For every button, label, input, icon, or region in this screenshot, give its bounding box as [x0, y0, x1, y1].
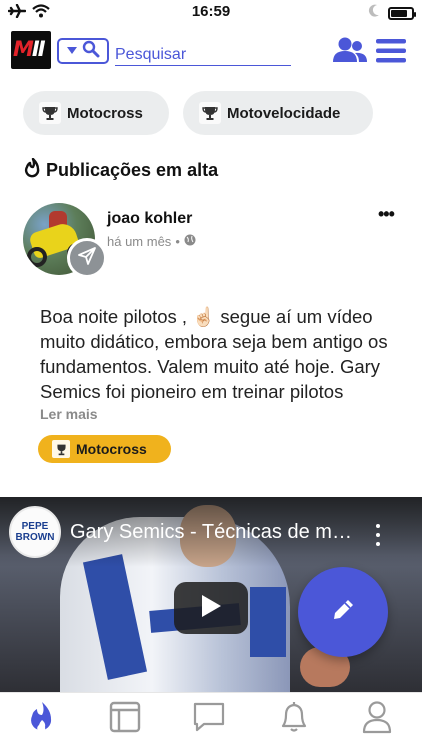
bell-icon	[278, 700, 310, 739]
post-tag-label: Motocross	[76, 441, 147, 457]
play-icon	[200, 594, 222, 623]
category-chip-motovelocidade[interactable]: Motovelocidade	[183, 91, 373, 135]
search-toggle-button[interactable]	[57, 38, 109, 64]
trophy-icon	[52, 440, 70, 458]
battery-icon	[388, 7, 416, 20]
category-chip-motocross[interactable]: Motocross	[23, 91, 169, 135]
trophy-icon	[39, 102, 61, 124]
menu-button[interactable]	[375, 38, 407, 64]
post-more-button[interactable]: •••	[378, 204, 395, 225]
chat-icon	[192, 701, 226, 738]
app-logo[interactable]: MII	[11, 31, 51, 69]
section-title: Publicações em alta	[24, 157, 219, 183]
status-bar: 16:59	[0, 0, 422, 24]
people-button[interactable]	[333, 36, 367, 66]
flame-icon	[28, 701, 56, 738]
play-button[interactable]	[174, 582, 248, 634]
tab-trending[interactable]	[22, 699, 62, 739]
tab-feed[interactable]	[105, 699, 145, 739]
category-chip-label: Motovelocidade	[227, 104, 341, 122]
category-chip-label: Motocross	[67, 104, 143, 122]
trophy-icon	[199, 102, 221, 124]
globe-icon	[184, 234, 196, 249]
people-icon	[333, 37, 367, 70]
section-title-text: Publicações em alta	[46, 160, 219, 180]
pencil-icon	[330, 597, 356, 628]
app-header: MII	[0, 28, 422, 74]
tab-profile[interactable]	[357, 699, 397, 739]
post-tag[interactable]: Motocross	[38, 435, 171, 463]
user-icon	[362, 700, 392, 739]
status-time: 16:59	[191, 3, 231, 20]
compose-button[interactable]	[298, 567, 388, 657]
post-time: há um mês	[107, 234, 172, 249]
read-more-link[interactable]: Ler mais	[40, 406, 98, 422]
video-channel-avatar[interactable]: PEPE BROWN	[9, 506, 61, 558]
post-meta: há um mês •	[107, 234, 196, 249]
flame-icon	[24, 157, 42, 183]
layout-icon	[109, 701, 141, 738]
moon-icon	[368, 4, 380, 23]
send-icon	[77, 246, 97, 271]
tab-notifications[interactable]	[274, 699, 314, 739]
post-author[interactable]: joao kohler	[107, 210, 192, 228]
more-horizontal-icon: •••	[378, 204, 395, 224]
search-input[interactable]	[115, 40, 291, 66]
video-more-button[interactable]	[372, 524, 384, 546]
bottom-tab-bar	[0, 692, 422, 750]
share-button[interactable]	[67, 238, 107, 278]
search-icon	[82, 40, 100, 63]
chevron-down-icon	[66, 42, 78, 60]
menu-icon	[375, 39, 407, 68]
post-text: Boa noite pilotos , ☝🏻 segue aí um vídeo…	[40, 306, 388, 402]
video-title[interactable]: Gary Semics - Técnicas de motocross	[70, 521, 360, 544]
tab-messages[interactable]	[189, 699, 229, 739]
